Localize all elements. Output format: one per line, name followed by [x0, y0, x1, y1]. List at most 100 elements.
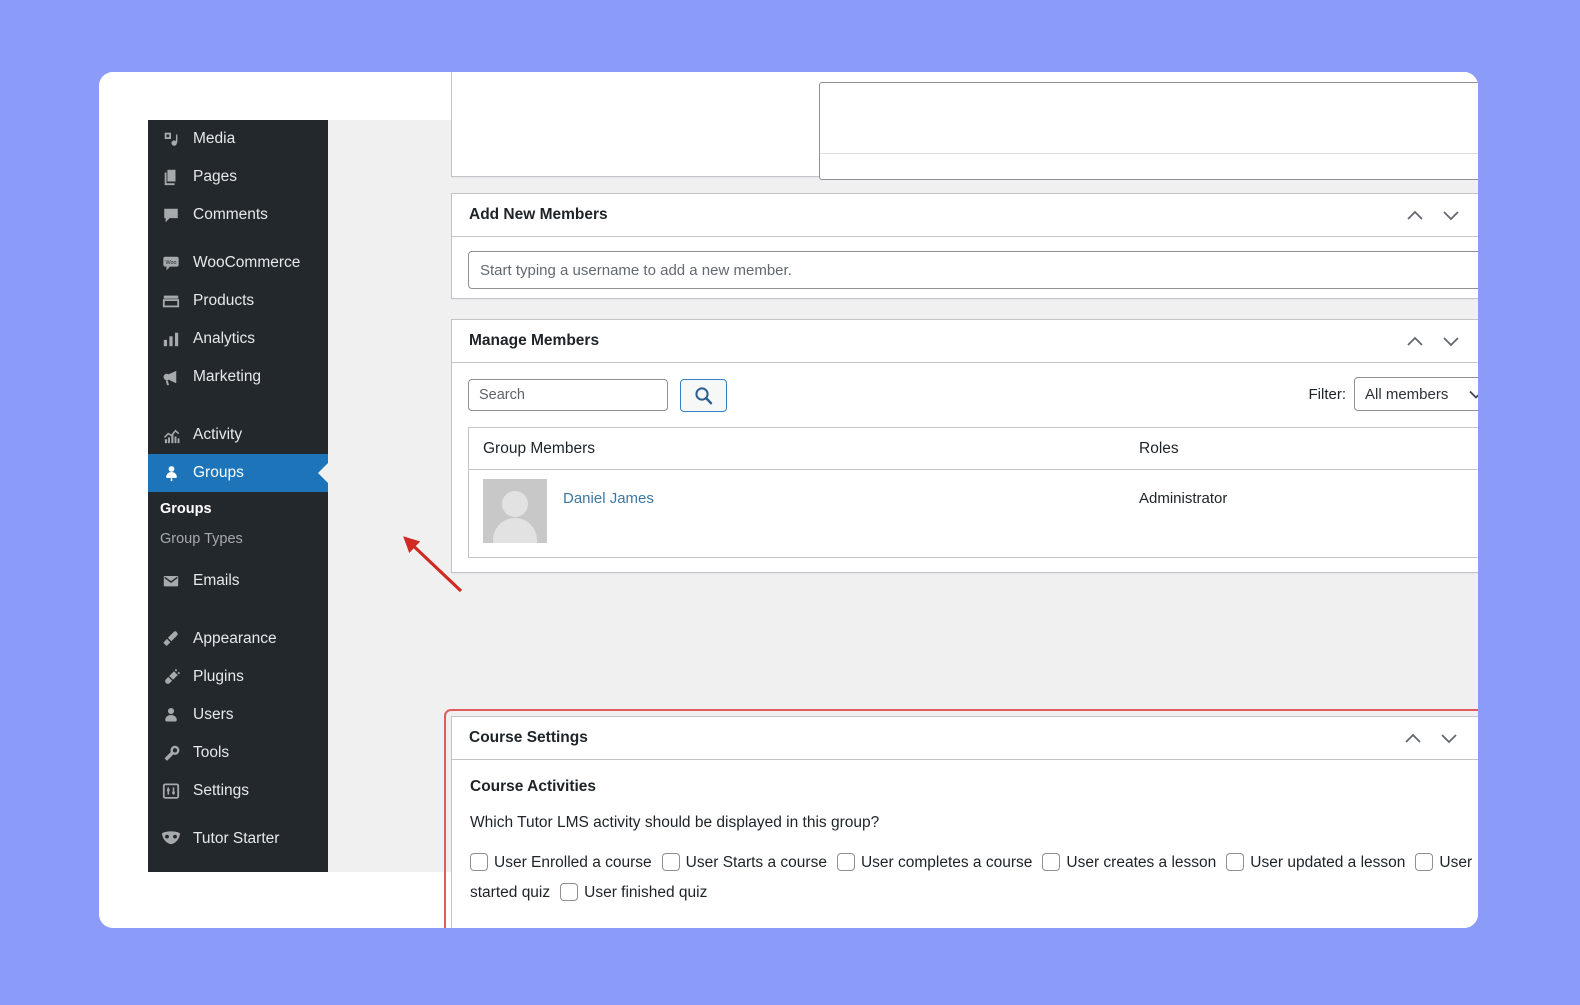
analytics-icon [159, 329, 183, 349]
activity-checkbox[interactable] [1415, 853, 1434, 871]
members-filter-select[interactable]: All members [1354, 377, 1478, 411]
description-textarea[interactable] [819, 82, 1478, 157]
comments-icon [159, 205, 183, 225]
course-activities-heading: Course Activities [470, 778, 597, 795]
media-icon [159, 129, 183, 149]
menu-separator [148, 810, 328, 820]
filter-selected-value: All members [1365, 385, 1449, 403]
active-item-notch [318, 462, 328, 484]
activity-checkbox[interactable] [470, 853, 488, 871]
menu-separator [148, 234, 328, 244]
menu-separator [148, 396, 328, 406]
sidebar-item-products[interactable]: Products [148, 282, 328, 320]
description-textarea-footer[interactable] [819, 153, 1478, 180]
browser-window-card: Media Pages Comments Woo WooCommerce Products… [99, 72, 1478, 928]
submenu-item-groups[interactable]: Groups [148, 494, 328, 524]
sidebar-item-marketing[interactable]: Marketing [148, 358, 328, 396]
sidebar-item-woocommerce[interactable]: Woo WooCommerce [148, 244, 328, 282]
member-name-link[interactable]: Daniel James [563, 490, 1139, 507]
order-down-icon[interactable] [1440, 330, 1462, 352]
sidebar-item-label: Appearance [193, 630, 277, 647]
groups-icon [159, 463, 183, 483]
activity-checkbox[interactable] [1042, 853, 1061, 871]
sidebar-item-label: Tutor Starter [193, 830, 280, 847]
member-search-input[interactable] [468, 379, 668, 411]
panel-toggle-icon[interactable] [1476, 330, 1478, 352]
add-new-members-header: Add New Members [452, 194, 1478, 237]
activity-checkbox-label: User Enrolled a course [494, 854, 652, 871]
manage-members-header: Manage Members [452, 320, 1478, 363]
filter-label: Filter: [1308, 385, 1347, 403]
sidebar-item-label: Analytics [193, 330, 256, 347]
sidebar-item-groups[interactable]: Groups [148, 454, 328, 492]
menu-separator [148, 600, 328, 610]
order-down-icon[interactable] [1438, 727, 1460, 749]
activity-checkbox[interactable] [560, 883, 579, 901]
activity-checkbox[interactable] [661, 853, 680, 871]
tools-icon [159, 743, 183, 763]
sidebar-item-label: WooCommerce [193, 254, 301, 271]
panel-controls [1404, 204, 1478, 226]
menu-separator [148, 610, 328, 620]
emails-icon [159, 571, 183, 591]
activity-checkbox[interactable] [1226, 853, 1245, 871]
sidebar-item-comments[interactable]: Comments [148, 196, 328, 234]
submenu-item-group-types[interactable]: Group Types [148, 524, 328, 554]
avatar [483, 479, 547, 543]
sidebar-item-settings[interactable]: Settings [148, 772, 328, 810]
sidebar-item-pages[interactable]: Pages [148, 158, 328, 196]
sidebar-item-media[interactable]: Media [148, 120, 328, 158]
manage-members-panel: Manage Members Search Filter: All member… [451, 319, 1478, 573]
menu-separator [148, 406, 328, 416]
groups-submenu[interactable]: Groups Group Types [148, 492, 328, 562]
sidebar-item-users[interactable]: Users [148, 696, 328, 734]
admin-sidebar-menu[interactable]: Media Pages Comments Woo WooCommerce Products… [148, 120, 328, 872]
woocommerce-icon: Woo [159, 253, 183, 273]
sidebar-item-label: Plugins [193, 668, 244, 685]
sidebar-item-label: Products [193, 292, 255, 309]
sidebar-item-label: Media [193, 130, 236, 147]
column-header-roles: Roles [1139, 439, 1179, 457]
settings-icon [159, 781, 183, 801]
sidebar-item-activity[interactable]: Activity [148, 416, 328, 454]
order-down-icon[interactable] [1440, 204, 1462, 226]
description-panel-partial [451, 72, 1478, 180]
course-settings-panel: Course Settings Course Activities Which … [451, 716, 1478, 928]
order-up-icon[interactable] [1404, 204, 1426, 226]
sidebar-item-label: Tools [193, 744, 230, 761]
member-role: Administrator [1139, 490, 1228, 507]
panel-toggle-icon[interactable] [1474, 727, 1478, 749]
products-icon [159, 291, 183, 311]
activity-checkbox-label: User Starts a course [685, 854, 827, 871]
sidebar-item-label: Emails [193, 572, 240, 589]
avatar-body [493, 518, 537, 543]
sidebar-item-emails[interactable]: Emails [148, 562, 328, 600]
course-activities-question: Which Tutor LMS activity should be displ… [470, 814, 880, 831]
sidebar-item-tutor-starter[interactable]: Tutor Starter [148, 820, 328, 858]
sidebar-item-analytics[interactable]: Analytics [148, 320, 328, 358]
panel-controls [1402, 727, 1478, 749]
marketing-icon [159, 367, 183, 387]
panel-toggle-icon[interactable] [1476, 204, 1478, 226]
members-filter-group: Filter: All members [1308, 377, 1478, 411]
activity-checkbox-label: User updated a lesson [1250, 854, 1406, 871]
tutor-starter-icon [159, 829, 183, 849]
panel-controls [1404, 330, 1478, 352]
order-up-icon[interactable] [1404, 330, 1426, 352]
add-new-members-panel: Add New Members [451, 193, 1478, 299]
activity-checkbox[interactable] [836, 853, 855, 871]
sidebar-item-label: Settings [193, 782, 250, 799]
order-up-icon[interactable] [1402, 727, 1424, 749]
manage-members-body: Filter: All members Group Members Roles [452, 363, 1478, 574]
member-search-button[interactable] [680, 378, 727, 412]
sidebar-item-label: Pages [193, 168, 237, 185]
add-new-members-body [452, 237, 1478, 303]
sidebar-item-tools[interactable]: Tools [148, 734, 328, 772]
course-activities-checkbox-group[interactable]: User Enrolled a course User Starts a cour… [470, 848, 1478, 908]
activity-checkbox-label: User creates a lesson [1066, 854, 1217, 871]
sidebar-item-label: Activity [193, 426, 243, 443]
add-member-input[interactable] [468, 251, 1478, 289]
sidebar-item-plugins[interactable]: Plugins [148, 658, 328, 696]
sidebar-item-appearance[interactable]: Appearance [148, 620, 328, 658]
chevron-down-icon [1469, 390, 1478, 399]
